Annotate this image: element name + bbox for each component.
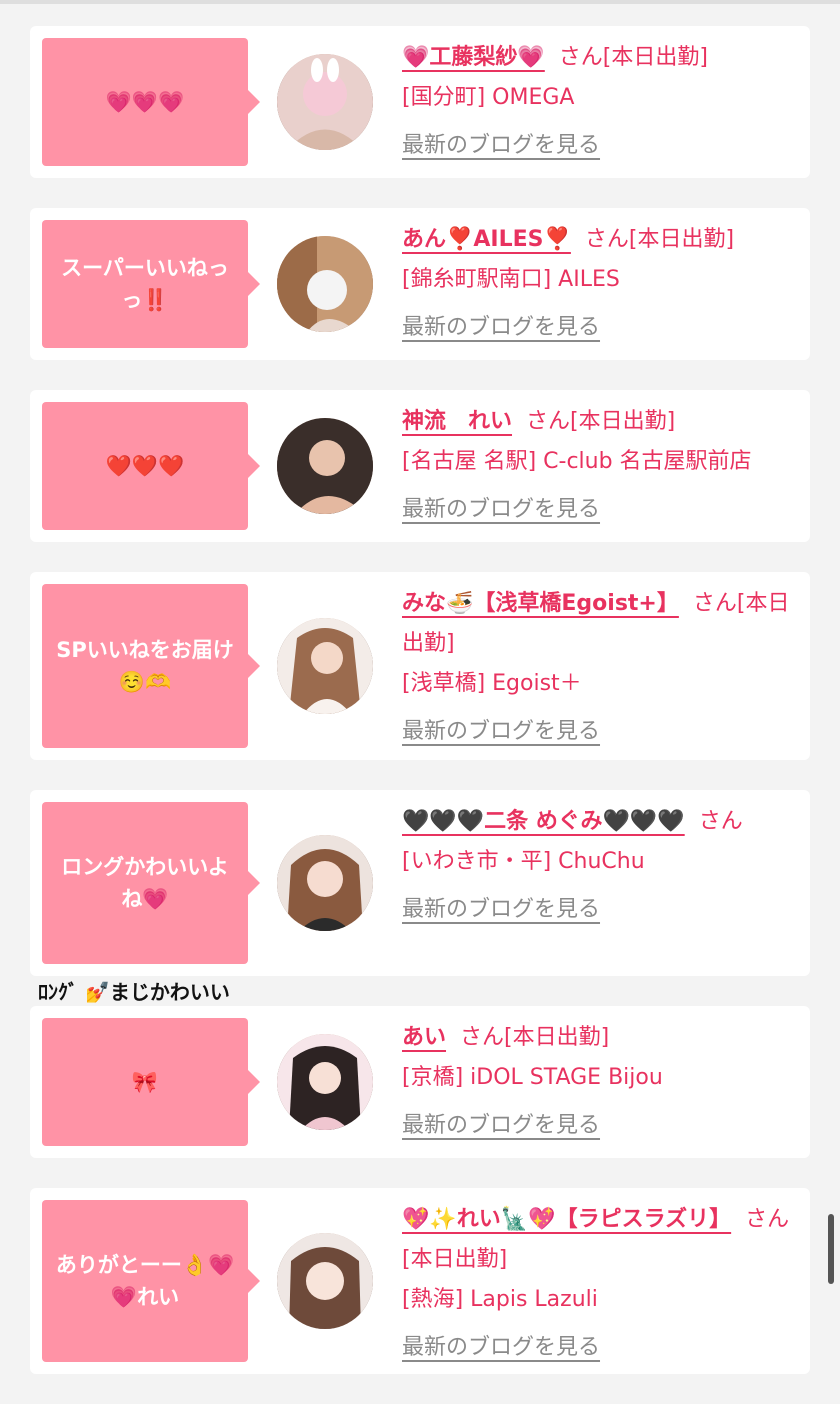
avatar[interactable] <box>277 1233 373 1329</box>
avatar-container[interactable] <box>248 802 402 964</box>
like-message-bubble: 💗💗💗 <box>42 38 260 166</box>
blog-link[interactable]: 最新のブログを見る <box>402 890 600 930</box>
avatar[interactable] <box>277 835 373 931</box>
cast-name-link[interactable]: 💖✨れい🗽💖【ラピスラズリ】 <box>402 1207 731 1232</box>
avatar-container[interactable] <box>248 220 402 348</box>
shop-name: [熱海] Lapis Lazuli <box>402 1287 598 1312</box>
blog-link[interactable]: 最新のブログを見る <box>402 1328 600 1368</box>
list-item: SPいいねをお届け☺️🫶 みな🍜【浅草橋Egoist+】 さん[本日出勤] [浅… <box>30 572 810 760</box>
bubble-text: ロングかわいいよね💗 <box>61 855 229 911</box>
status-text: さん[本日出勤] <box>558 45 708 70</box>
avatar[interactable] <box>277 236 373 332</box>
like-message-bubble: ロングかわいいよね💗 <box>42 802 260 964</box>
bubble-text: ❤️❤️❤️ <box>105 454 185 478</box>
cast-name-link[interactable]: 💗工藤梨紗💗 <box>402 45 545 70</box>
bubble-text: 💗💗💗 <box>105 90 185 114</box>
cast-info: 💗工藤梨紗💗 さん[本日出勤] [国分町] OMEGA 最新のブログを見る <box>402 38 798 166</box>
cast-info: あん❣️AILES❣️ さん[本日出勤] [錦糸町駅南口] AILES 最新のブ… <box>402 220 798 348</box>
avatar-image <box>277 835 373 931</box>
blog-link[interactable]: 最新のブログを見る <box>402 126 600 166</box>
bubble-text: SPいいねをお届け☺️🫶 <box>56 638 234 694</box>
like-message-bubble: SPいいねをお届け☺️🫶 <box>42 584 260 748</box>
avatar-image <box>277 418 373 514</box>
scrollbar[interactable] <box>828 1214 834 1284</box>
like-message-bubble: ありがとーー👌💗💗れい <box>42 1200 260 1362</box>
cast-name-link[interactable]: みな🍜【浅草橋Egoist+】 <box>402 591 679 616</box>
avatar-image <box>277 236 373 332</box>
shop-name: [名古屋 名駅] C-club 名古屋駅前店 <box>402 449 752 474</box>
avatar-container[interactable] <box>248 1018 402 1146</box>
status-text: さん[本日出勤] <box>460 1025 610 1050</box>
cast-name-link[interactable]: あん❣️AILES❣️ <box>402 227 571 252</box>
shop-name: [国分町] OMEGA <box>402 85 575 110</box>
avatar-container[interactable] <box>248 402 402 530</box>
list-item: ありがとーー👌💗💗れい 💖✨れい🗽💖【ラピスラズリ】 さん[本日出勤] [熱海]… <box>30 1188 810 1374</box>
like-message-bubble: 🎀 <box>42 1018 260 1146</box>
cast-info: 神流 れい さん[本日出勤] [名古屋 名駅] C-club 名古屋駅前店 最新… <box>402 402 798 530</box>
overlay-caption: ﾛﾝｸﾞ 💅まじかわいい <box>38 980 230 1004</box>
list-item: ロングかわいいよね💗 🖤🖤🖤二条 めぐみ🖤🖤🖤 さん [いわき市・平] ChuC… <box>30 790 810 976</box>
avatar[interactable] <box>277 418 373 514</box>
list-item: ❤️❤️❤️ 神流 れい さん[本日出勤] [名古屋 名駅] C-club 名古… <box>30 390 810 542</box>
blog-link[interactable]: 最新のブログを見る <box>402 1106 600 1146</box>
avatar-image <box>277 54 373 150</box>
cast-name-link[interactable]: 🖤🖤🖤二条 めぐみ🖤🖤🖤 <box>402 809 685 834</box>
avatar-container[interactable] <box>248 1200 402 1362</box>
blog-link[interactable]: 最新のブログを見る <box>402 490 600 530</box>
cast-info: みな🍜【浅草橋Egoist+】 さん[本日出勤] [浅草橋] Egoist＋ 最… <box>402 584 798 748</box>
list-item: 🎀 あい さん[本日出勤] [京橋] iDOL STAGE Bijou 最新のブ… <box>30 1006 810 1158</box>
like-message-bubble: ❤️❤️❤️ <box>42 402 260 530</box>
shop-name: [錦糸町駅南口] AILES <box>402 267 620 292</box>
avatar-image <box>277 1233 373 1329</box>
bubble-text: 🎀 <box>131 1070 159 1094</box>
bubble-text: スーパーいいねっっ‼️ <box>61 256 229 312</box>
like-list: 💗💗💗 💗工藤梨紗💗 さん[本日出勤] [国分町] OMEGA 最新のブログを見… <box>30 26 810 1404</box>
avatar[interactable] <box>277 1034 373 1130</box>
list-item: 💗💗💗 💗工藤梨紗💗 さん[本日出勤] [国分町] OMEGA 最新のブログを見… <box>30 26 810 178</box>
like-message-bubble: スーパーいいねっっ‼️ <box>42 220 260 348</box>
shop-name: [京橋] iDOL STAGE Bijou <box>402 1065 663 1090</box>
cast-info: 💖✨れい🗽💖【ラピスラズリ】 さん[本日出勤] [熱海] Lapis Lazul… <box>402 1200 798 1362</box>
shop-name: [浅草橋] Egoist＋ <box>402 671 582 696</box>
top-divider <box>0 0 840 4</box>
cast-info: あい さん[本日出勤] [京橋] iDOL STAGE Bijou 最新のブログ… <box>402 1018 798 1146</box>
cast-name-link[interactable]: あい <box>402 1025 446 1050</box>
status-text: さん <box>698 809 743 834</box>
status-text: さん[本日出勤] <box>526 409 676 434</box>
avatar[interactable] <box>277 54 373 150</box>
blog-link[interactable]: 最新のブログを見る <box>402 308 600 348</box>
avatar-container[interactable] <box>248 584 402 748</box>
list-item: スーパーいいねっっ‼️ あん❣️AILES❣️ さん[本日出勤] [錦糸町駅南口… <box>30 208 810 360</box>
cast-name-link[interactable]: 神流 れい <box>402 409 512 434</box>
avatar[interactable] <box>277 618 373 714</box>
avatar-container[interactable] <box>248 38 402 166</box>
avatar-image <box>277 1034 373 1130</box>
shop-name: [いわき市・平] ChuChu <box>402 849 645 874</box>
bubble-text: ありがとーー👌💗💗れい <box>55 1253 235 1309</box>
avatar-image <box>277 618 373 714</box>
cast-info: 🖤🖤🖤二条 めぐみ🖤🖤🖤 さん [いわき市・平] ChuChu 最新のブログを見… <box>402 802 798 964</box>
status-text: さん[本日出勤] <box>584 227 735 252</box>
blog-link[interactable]: 最新のブログを見る <box>402 712 600 752</box>
